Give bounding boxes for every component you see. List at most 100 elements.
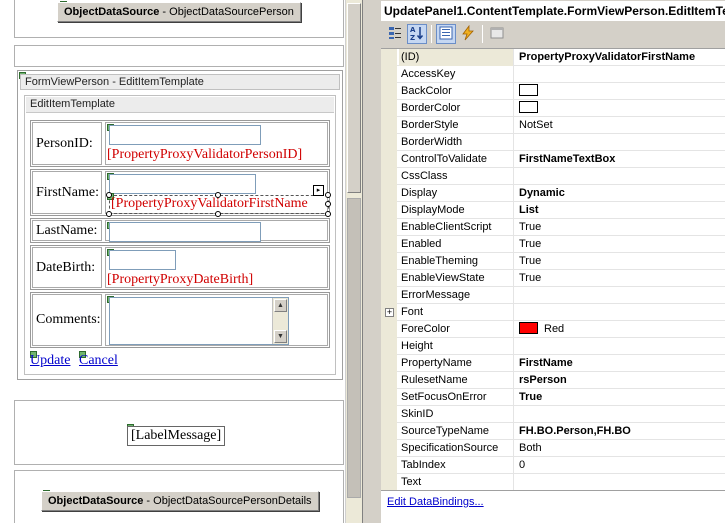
resize-handle[interactable] (106, 211, 112, 217)
property-value[interactable]: True (517, 389, 725, 406)
property-value[interactable] (517, 168, 725, 185)
firstname-textbox[interactable] (109, 174, 256, 194)
property-value[interactable]: Red (517, 321, 725, 338)
property-row[interactable]: (ID) PropertyProxyValidatorFirstName (381, 49, 725, 66)
property-row[interactable]: ErrorMessage (381, 287, 725, 304)
property-row[interactable]: BorderColor (381, 100, 725, 117)
label-message[interactable]: [LabelMessage] (127, 426, 226, 446)
formview-person[interactable]: FormViewPerson - EditItemTemplate EditIt… (17, 70, 343, 380)
designer-vertical-scrollbar[interactable] (345, 0, 362, 523)
property-row[interactable]: SourceTypeName FH.BO.Person,FH.BO (381, 423, 725, 440)
property-name: Height (399, 338, 514, 355)
scrollbar-thumb[interactable] (347, 3, 361, 193)
row-margin (381, 287, 397, 304)
resize-handle[interactable] (325, 192, 331, 198)
property-row[interactable]: Height (381, 338, 725, 355)
events-icon[interactable] (458, 24, 478, 44)
property-value[interactable]: True (517, 219, 725, 236)
resize-handle[interactable] (325, 201, 331, 207)
property-value[interactable]: True (517, 236, 725, 253)
property-name: PropertyName (399, 355, 514, 372)
property-value[interactable]: FirstName (517, 355, 725, 372)
resize-handle[interactable] (106, 192, 112, 198)
field-label: DateBirth: (32, 247, 102, 288)
property-row[interactable]: CssClass (381, 168, 725, 185)
datebirth-textbox[interactable] (109, 250, 176, 270)
property-row[interactable]: Text (381, 474, 725, 490)
cancel-link[interactable]: Cancel (79, 353, 118, 369)
property-value[interactable]: rsPerson (517, 372, 725, 389)
categorized-icon[interactable] (385, 24, 405, 44)
comments-textarea[interactable]: ▲ ▼ (109, 297, 289, 345)
property-row[interactable]: EnableClientScript True (381, 219, 725, 236)
objectdatasource-person-details[interactable]: ObjectDataSource - ObjectDataSourcePerso… (41, 491, 319, 511)
property-value[interactable] (517, 66, 725, 83)
property-row[interactable]: Display Dynamic (381, 185, 725, 202)
textarea-scrollbar[interactable]: ▲ ▼ (272, 298, 288, 344)
smart-tag-icon[interactable]: ▸ (313, 185, 324, 196)
property-row[interactable]: TabIndex 0 (381, 457, 725, 474)
property-value[interactable]: FirstNameTextBox (517, 151, 725, 168)
property-row[interactable]: PropertyName FirstName (381, 355, 725, 372)
object-selector[interactable]: UpdatePanel1.ContentTemplate.FormViewPer… (381, 1, 725, 21)
property-value[interactable] (517, 83, 725, 100)
edit-databindings-link[interactable]: Edit DataBindings... (387, 496, 484, 508)
property-row[interactable]: ControlToValidate FirstNameTextBox (381, 151, 725, 168)
validator-personid[interactable]: [PropertyProxyValidatorPersonID] (107, 147, 302, 163)
property-row[interactable]: SetFocusOnError True (381, 389, 725, 406)
personid-textbox[interactable] (109, 125, 261, 145)
lastname-textbox[interactable] (109, 222, 261, 242)
field-value-cell: [PropertyProxyDateBirth] (105, 247, 328, 288)
resize-handle[interactable] (215, 211, 221, 217)
datasource-cell-top: ObjectDataSource - ObjectDataSourcePerso… (14, 0, 344, 38)
update-link[interactable]: Update (30, 353, 70, 369)
property-value[interactable]: Dynamic (517, 185, 725, 202)
property-value[interactable]: 0 (517, 457, 725, 474)
property-pages-icon[interactable] (487, 24, 507, 44)
property-value[interactable]: FH.BO.Person,FH.BO (517, 423, 725, 440)
properties-icon[interactable] (436, 24, 456, 44)
property-name: DisplayMode (399, 202, 514, 219)
property-value[interactable]: True (517, 253, 725, 270)
property-row[interactable]: SpecificationSource Both (381, 440, 725, 457)
property-value[interactable]: NotSet (517, 117, 725, 134)
property-row[interactable]: BackColor (381, 83, 725, 100)
property-row[interactable]: AccessKey (381, 66, 725, 83)
property-row[interactable]: DisplayMode List (381, 202, 725, 219)
property-row[interactable]: ForeColor Red (381, 321, 725, 338)
resize-handle[interactable] (325, 211, 331, 217)
property-value[interactable]: List (517, 202, 725, 219)
property-row[interactable]: BorderStyle NotSet (381, 117, 725, 134)
property-row[interactable]: Enabled True (381, 236, 725, 253)
property-row[interactable]: SkinID (381, 406, 725, 423)
designer-surface[interactable]: ObjectDataSource - ObjectDataSourcePerso… (0, 0, 360, 523)
objectdatasource-person[interactable]: ObjectDataSource - ObjectDataSourcePerso… (57, 2, 301, 22)
property-value[interactable] (517, 474, 725, 490)
property-value[interactable] (517, 287, 725, 304)
property-value[interactable] (517, 100, 725, 117)
field-label: LastName: (32, 220, 102, 241)
scroll-down-icon[interactable]: ▼ (274, 330, 287, 343)
property-value[interactable]: Both (517, 440, 725, 457)
validator-datebirth[interactable]: [PropertyProxyDateBirth] (107, 272, 253, 288)
property-value[interactable] (517, 338, 725, 355)
property-value[interactable]: PropertyProxyValidatorFirstName (517, 49, 725, 66)
property-grid[interactable]: (ID) PropertyProxyValidatorFirstName Acces… (381, 48, 725, 490)
property-row[interactable]: RulesetName rsPerson (381, 372, 725, 389)
property-value[interactable]: True (517, 270, 725, 287)
resize-handle[interactable] (215, 192, 221, 198)
property-value-text: Red (544, 323, 565, 335)
property-value[interactable] (517, 406, 725, 423)
scroll-up-icon[interactable]: ▲ (274, 299, 287, 312)
property-row[interactable]: BorderWidth (381, 134, 725, 151)
expand-icon[interactable]: + (385, 308, 394, 317)
property-row[interactable]: + Font (381, 304, 725, 321)
scrollbar-track[interactable] (347, 198, 361, 498)
property-row[interactable]: EnableTheming True (381, 253, 725, 270)
alphabetical-icon[interactable]: AZ (407, 24, 427, 44)
property-value[interactable] (517, 304, 725, 321)
edititemtemplate-region[interactable]: EditItemTemplate PersonID: [PropertyProx… (24, 95, 336, 375)
property-value[interactable] (517, 134, 725, 151)
validator-firstname[interactable]: [PropertyProxyValidatorFirstName (111, 196, 308, 212)
property-row[interactable]: EnableViewState True (381, 270, 725, 287)
